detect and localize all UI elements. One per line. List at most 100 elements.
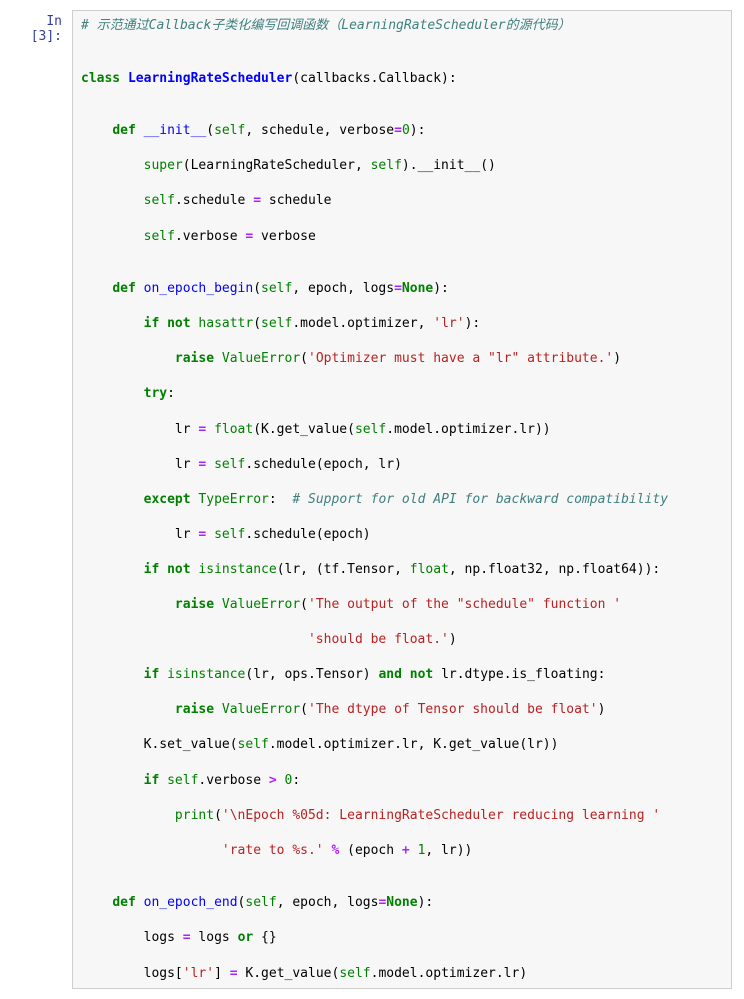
code-text: ( bbox=[300, 702, 308, 717]
code-input-area[interactable]: # 示范通过Callback子类化编写回调函数（LearningRateSche… bbox=[72, 10, 732, 989]
exc-valueerror: ValueError bbox=[222, 351, 300, 366]
builtin-float: float bbox=[214, 422, 253, 437]
exc-valueerror: ValueError bbox=[222, 702, 300, 717]
kw-def: def bbox=[112, 281, 135, 296]
code-text: ): bbox=[433, 281, 449, 296]
kw-not: not bbox=[167, 562, 190, 577]
code-text: ( bbox=[253, 281, 261, 296]
class-name: LearningRateScheduler bbox=[128, 71, 292, 86]
num: 0 bbox=[285, 773, 293, 788]
kw-raise: raise bbox=[175, 702, 214, 717]
self: self bbox=[371, 158, 402, 173]
code-text: ) bbox=[449, 632, 457, 647]
code-text: logs bbox=[144, 930, 183, 945]
self: self bbox=[167, 773, 198, 788]
comment: # 示范通过Callback子类化编写回调函数（LearningRateSche… bbox=[81, 18, 571, 33]
code-text: , epoch, logs bbox=[292, 281, 394, 296]
string: '\nEpoch %05d: LearningRateScheduler red… bbox=[222, 808, 660, 823]
kw-def: def bbox=[112, 123, 135, 138]
kw-if: if bbox=[144, 773, 160, 788]
code-text: : bbox=[167, 386, 175, 401]
code-text: ) bbox=[613, 351, 621, 366]
code-text: , lr)) bbox=[425, 843, 472, 858]
kw-or: or bbox=[238, 930, 254, 945]
code-text: (lr, (tf.Tensor, bbox=[277, 562, 410, 577]
op: = bbox=[183, 930, 191, 945]
code-text: ( bbox=[214, 808, 222, 823]
op: = bbox=[378, 895, 386, 910]
code-text: .schedule(epoch) bbox=[245, 527, 370, 542]
code-text: .model.optimizer.lr)) bbox=[386, 422, 550, 437]
builtin-hasattr: hasattr bbox=[198, 316, 253, 331]
fn-on-epoch-end: on_epoch_end bbox=[144, 895, 238, 910]
const-none: None bbox=[402, 281, 433, 296]
code-text: logs[ bbox=[144, 966, 183, 981]
code-text: logs bbox=[191, 930, 238, 945]
string: 'The dtype of Tensor should be float' bbox=[308, 702, 598, 717]
code-text: .verbose bbox=[175, 229, 245, 244]
code-text: lr bbox=[175, 527, 198, 542]
string: 'lr' bbox=[433, 316, 464, 331]
code-text: ( bbox=[253, 316, 261, 331]
code-text: K.get_value( bbox=[238, 966, 340, 981]
notebook-cell: In [3]: # 示范通过Callback子类化编写回调函数（Learning… bbox=[12, 10, 732, 989]
code-text: ( bbox=[300, 351, 308, 366]
code-text: , np.float32, np.float64)): bbox=[449, 562, 660, 577]
kw-class: class bbox=[81, 71, 120, 86]
op: > bbox=[269, 773, 277, 788]
string: 'The output of the "schedule" function ' bbox=[308, 597, 621, 612]
kw-not: not bbox=[410, 667, 433, 682]
string: 'rate to %s.' bbox=[222, 843, 324, 858]
code-text: (K.get_value( bbox=[253, 422, 355, 437]
code-text: .model.optimizer.lr) bbox=[371, 966, 528, 981]
code-text: .schedule bbox=[175, 193, 253, 208]
fn-init: __init__ bbox=[144, 123, 207, 138]
code-text: schedule bbox=[261, 193, 331, 208]
const-none: None bbox=[386, 895, 417, 910]
self: self bbox=[144, 193, 175, 208]
kw-and: and bbox=[378, 667, 401, 682]
builtin-isinstance: isinstance bbox=[198, 562, 276, 577]
code-text: .verbose bbox=[198, 773, 268, 788]
self: self bbox=[214, 457, 245, 472]
code-text: ): bbox=[465, 316, 481, 331]
kw-raise: raise bbox=[175, 351, 214, 366]
code-text: ) bbox=[598, 702, 606, 717]
self: self bbox=[238, 737, 269, 752]
builtin-float: float bbox=[410, 562, 449, 577]
exc-typeerror: TypeError bbox=[198, 492, 268, 507]
code-text: (lr, ops.Tensor) bbox=[245, 667, 378, 682]
builtin-isinstance: isinstance bbox=[167, 667, 245, 682]
self: self bbox=[261, 316, 292, 331]
code-text: lr bbox=[175, 422, 198, 437]
kw-if: if bbox=[144, 562, 160, 577]
self: self bbox=[355, 422, 386, 437]
exc-valueerror: ValueError bbox=[222, 597, 300, 612]
num: 0 bbox=[402, 123, 410, 138]
code-text: ] bbox=[214, 966, 230, 981]
code-text bbox=[206, 457, 214, 472]
kw-except: except bbox=[144, 492, 191, 507]
code-text: ).__init__() bbox=[402, 158, 496, 173]
kw-try: try bbox=[144, 386, 167, 401]
code-text: K.set_value( bbox=[144, 737, 238, 752]
builtin-print: print bbox=[175, 808, 214, 823]
string: 'Optimizer must have a "lr" attribute.' bbox=[308, 351, 613, 366]
code-text: , epoch, logs bbox=[277, 895, 379, 910]
self: self bbox=[144, 229, 175, 244]
op: + bbox=[402, 843, 410, 858]
code-text bbox=[324, 843, 332, 858]
self: self bbox=[245, 895, 276, 910]
self: self bbox=[261, 281, 292, 296]
kw-raise: raise bbox=[175, 597, 214, 612]
kw-if: if bbox=[144, 316, 160, 331]
input-prompt: In [3]: bbox=[12, 10, 72, 44]
num: 1 bbox=[418, 843, 426, 858]
code-text: .model.optimizer.lr, K.get_value(lr)) bbox=[269, 737, 559, 752]
builtin-super: super bbox=[144, 158, 183, 173]
comment: # Support for old API for backward compa… bbox=[292, 492, 668, 507]
string: 'lr' bbox=[183, 966, 214, 981]
code-text: ( bbox=[300, 597, 308, 612]
code-text: ): bbox=[410, 123, 426, 138]
code-text: (LearningRateScheduler, bbox=[183, 158, 371, 173]
